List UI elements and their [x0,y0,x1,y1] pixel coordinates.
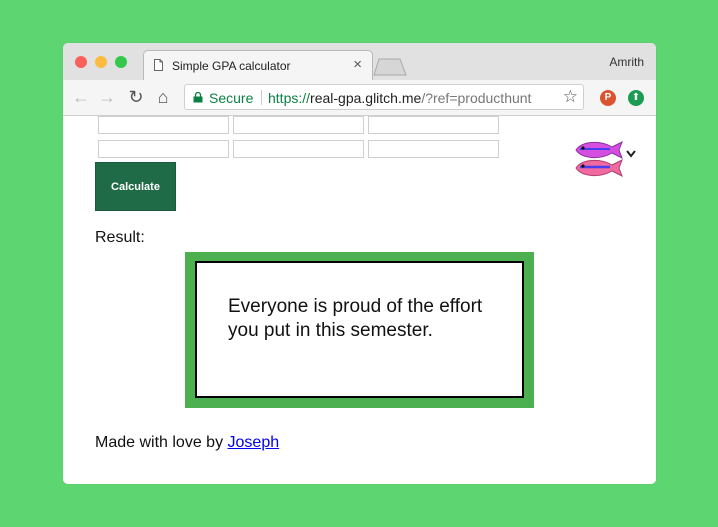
document-icon [154,59,163,71]
result-frame: Everyone is proud of the effort you put … [185,252,534,408]
result-box: Everyone is proud of the effort you put … [195,261,524,398]
result-label: Result: [95,229,145,246]
calculate-button[interactable]: Calculate [95,162,176,211]
tab-simple-gpa-calculator[interactable]: Simple GPA calculator × [143,50,373,80]
back-button[interactable]: ← [70,86,92,108]
product-hunt-extension-icon[interactable]: P [600,90,616,106]
close-window-button[interactable] [75,56,87,68]
upload-extension-icon[interactable]: ⬆ [628,90,644,106]
browser-toolbar: ← → ↻ ⌂ Secure https://real-gpa.glitch.m… [63,80,656,116]
forward-button[interactable]: → [96,86,118,108]
tab-bar: Simple GPA calculator × Amrith [63,43,656,80]
url-host: real-gpa.glitch.me [310,90,422,106]
page-content: Calculate Result: Everyone is proud of t… [63,116,656,484]
grade-input-2[interactable] [233,116,364,134]
grade-input-3[interactable] [368,116,499,134]
tab-title: Simple GPA calculator [172,59,291,73]
author-link[interactable]: Joseph [228,434,280,451]
minimize-window-button[interactable] [95,56,107,68]
secure-label: Secure [209,90,254,106]
address-separator [261,90,262,105]
new-tab-button[interactable] [373,58,407,76]
result-message: Everyone is proud of the effort you put … [228,296,483,341]
url-text[interactable]: https://real-gpa.glitch.me/?ref=producth… [268,90,531,106]
profile-name[interactable]: Amrith [609,55,644,69]
reload-button[interactable]: ↻ [125,86,147,108]
footer-text: Made with love by [95,434,228,451]
url-query: /?ref=producthunt [421,90,532,106]
grade-input-5[interactable] [233,140,364,158]
footer: Made with love by Joseph [95,434,279,452]
maximize-window-button[interactable] [115,56,127,68]
grade-input-4[interactable] [98,140,229,158]
chevron-down-icon[interactable] [625,149,637,159]
browser-window: Simple GPA calculator × Amrith ← → ↻ ⌂ S… [63,43,656,484]
address-bar[interactable]: Secure https://real-gpa.glitch.me/?ref=p… [184,84,584,110]
bookmark-star-icon[interactable]: ☆ [563,87,578,107]
grade-input-6[interactable] [368,140,499,158]
url-scheme: https:// [268,90,311,106]
grade-input-1[interactable] [98,116,229,134]
lock-icon [193,92,203,103]
tab-close-icon[interactable]: × [353,56,362,73]
home-button[interactable]: ⌂ [152,86,174,108]
glitch-fish-icon[interactable] [572,138,624,180]
